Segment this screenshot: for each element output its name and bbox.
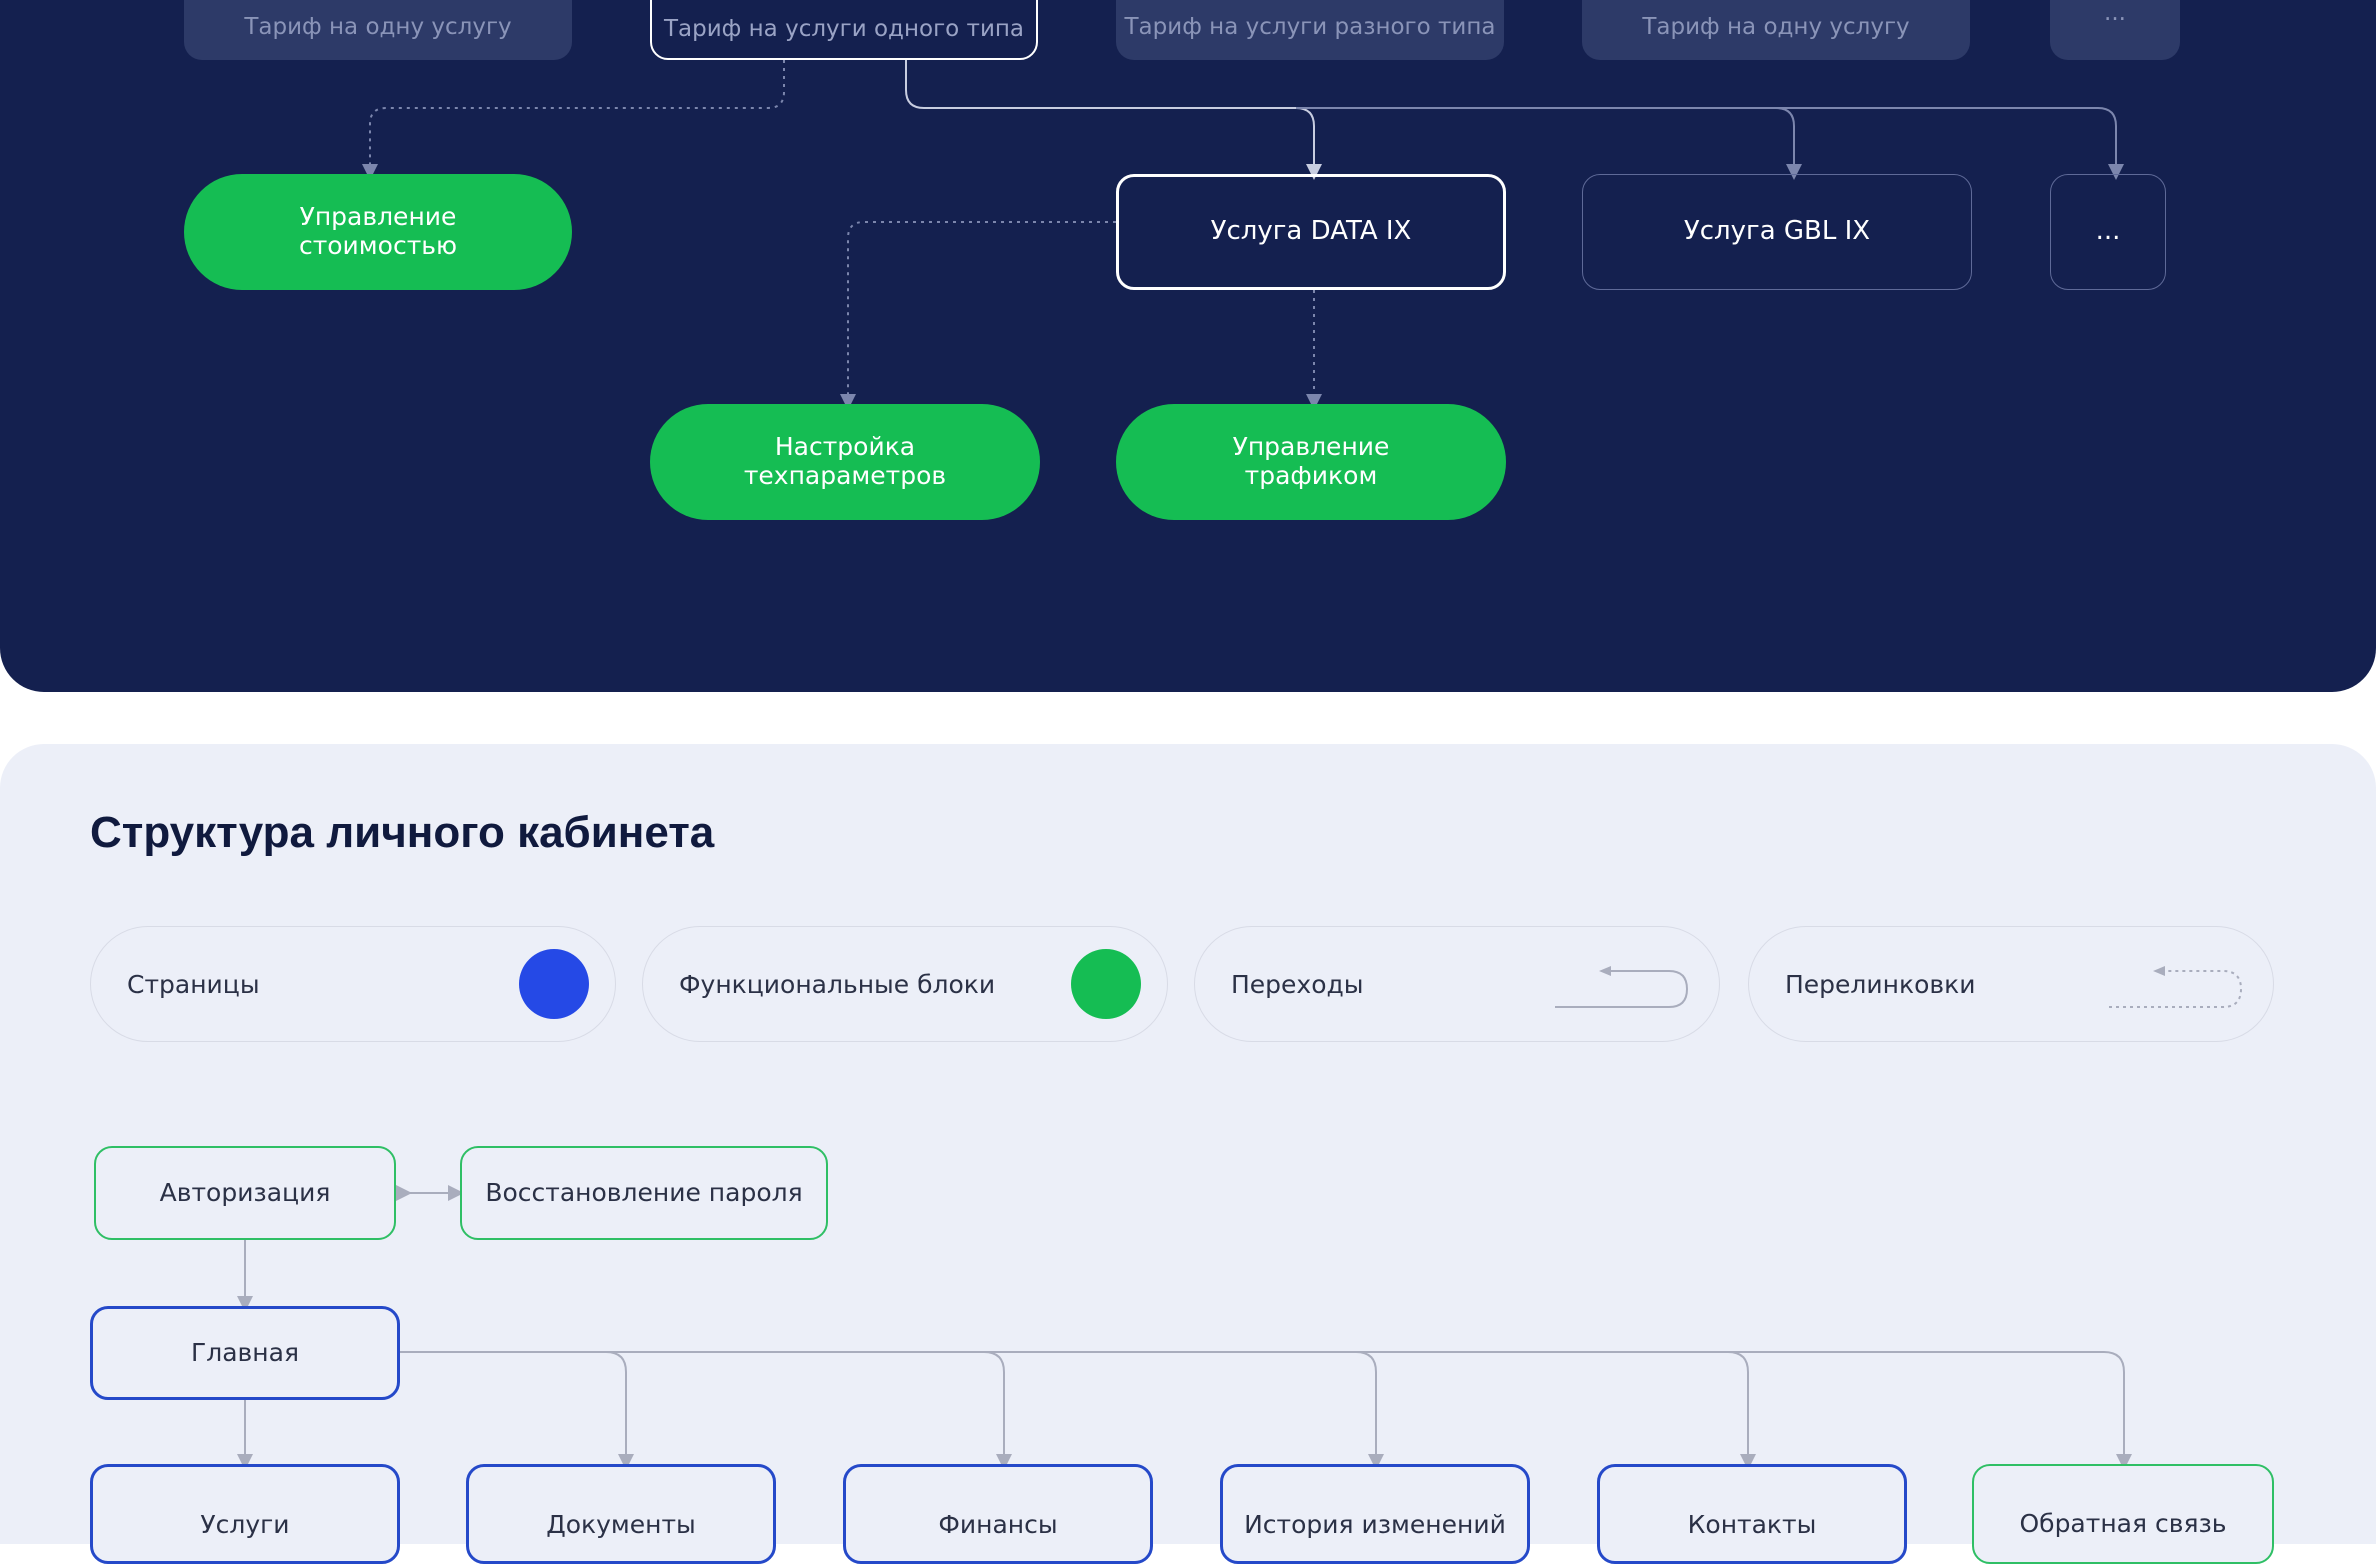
- page-services[interactable]: Услуги: [90, 1464, 400, 1564]
- legend-cross-links: Перелинковки: [1748, 926, 2274, 1042]
- function-traffic-line1: Управление: [1232, 432, 1390, 462]
- blue-dot-icon: [519, 949, 589, 1019]
- block-feedback[interactable]: Обратная связь: [1972, 1464, 2274, 1564]
- legend-pages-label: Страницы: [127, 969, 260, 999]
- service-gbl-ix[interactable]: Услуга GBL IX: [1582, 174, 1972, 290]
- function-params-line2: техпараметров: [743, 461, 947, 490]
- legend-transitions: Переходы: [1194, 926, 1720, 1042]
- function-traffic-line2: трафиком: [1244, 461, 1378, 490]
- page-change-history[interactable]: История изменений: [1220, 1464, 1530, 1564]
- page-main[interactable]: Главная: [90, 1306, 400, 1400]
- legend-links-label: Перелинковки: [1785, 969, 1976, 999]
- cabinet-structure-panel: [0, 744, 2376, 1544]
- dotted-loop-arrow-icon: [2109, 966, 2243, 1008]
- function-traffic-management[interactable]: Управление трафиком: [1116, 404, 1506, 520]
- tariff-structure-panel: [0, 0, 2376, 692]
- page-documents[interactable]: Документы: [466, 1464, 776, 1564]
- tariff-single-service-1[interactable]: Тариф на одну услугу: [184, 0, 572, 60]
- tariff-different-type-services[interactable]: Тариф на услуги разного типа: [1116, 0, 1504, 60]
- page-title: Структура личного кабинета: [90, 808, 715, 857]
- legend-functional-blocks: Функциональные блоки: [642, 926, 1168, 1042]
- legend-blocks-label: Функциональные блоки: [679, 969, 996, 999]
- green-dot-icon: [1071, 949, 1141, 1019]
- block-password-recovery[interactable]: Восстановление пароля: [460, 1146, 828, 1240]
- function-cost-line2: стоимостью: [298, 231, 458, 260]
- page-contacts[interactable]: Контакты: [1597, 1464, 1907, 1564]
- function-cost-line1: Управление: [299, 202, 457, 232]
- function-cost-management[interactable]: Управление стоимостью: [184, 174, 572, 290]
- function-tech-params[interactable]: Настройка техпараметров: [650, 404, 1040, 520]
- tariff-single-service-2[interactable]: Тариф на одну услугу: [1582, 0, 1970, 60]
- page-finances[interactable]: Финансы: [843, 1464, 1153, 1564]
- tariff-same-type-services[interactable]: Тариф на услуги одного типа: [650, 0, 1038, 60]
- solid-loop-arrow-icon: [1555, 966, 1689, 1008]
- block-authorization[interactable]: Авторизация: [94, 1146, 396, 1240]
- tariff-more[interactable]: ...: [2050, 0, 2180, 60]
- service-data-ix[interactable]: Услуга DATA IX: [1116, 174, 1506, 290]
- function-params-line1: Настройка: [774, 432, 916, 462]
- legend-pages: Страницы: [90, 926, 616, 1042]
- service-more[interactable]: ...: [2050, 174, 2166, 290]
- legend-transitions-label: Переходы: [1231, 969, 1364, 999]
